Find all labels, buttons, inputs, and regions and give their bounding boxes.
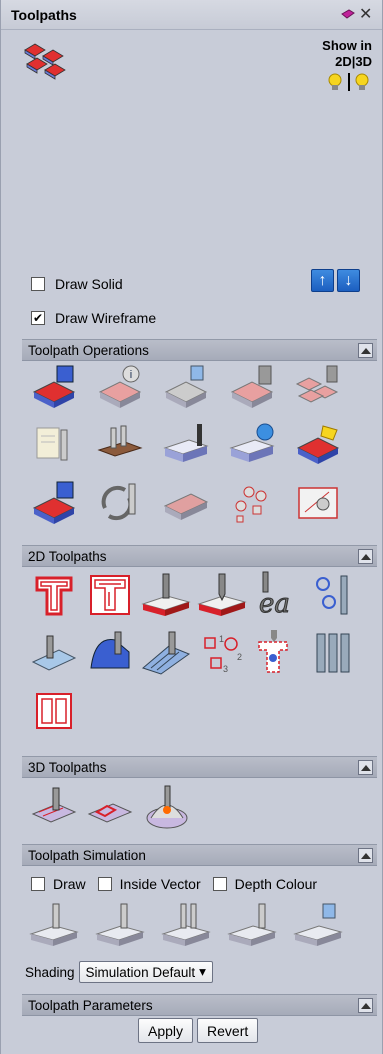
move-toolpath-icon[interactable] bbox=[293, 478, 343, 528]
delete-toolpath-icon[interactable] bbox=[161, 362, 211, 412]
lightbulb-icon[interactable] bbox=[326, 72, 372, 92]
section-title: Toolpath Parameters bbox=[28, 998, 153, 1013]
svg-text:1: 1 bbox=[219, 634, 224, 644]
toolpath-templates-icon[interactable] bbox=[95, 420, 145, 470]
move-up-arrow-icon[interactable]: ↑ bbox=[311, 269, 334, 292]
draw-solid-label: Draw Solid bbox=[55, 276, 123, 292]
collapse-icon[interactable] bbox=[358, 998, 373, 1013]
fluting-toolpath-icon[interactable] bbox=[29, 628, 79, 678]
section-title: Toolpath Simulation bbox=[28, 848, 146, 863]
pin-icon[interactable] bbox=[341, 9, 355, 19]
draw-checkbox[interactable] bbox=[31, 877, 45, 891]
inside-vector-checkbox[interactable] bbox=[97, 877, 112, 891]
reset-preview-icon[interactable] bbox=[227, 420, 277, 470]
vcarve-toolpath-icon[interactable] bbox=[197, 570, 247, 620]
merge-toolpaths-icon[interactable] bbox=[293, 362, 343, 412]
svg-text:3: 3 bbox=[223, 664, 228, 674]
drilling-toolpath-icon[interactable] bbox=[141, 570, 191, 620]
moulding-toolpath-icon[interactable] bbox=[141, 628, 191, 678]
toolpaths-2d-icon-grid: ea 1 23 bbox=[29, 570, 365, 736]
depth-colour-label: Depth Colour bbox=[234, 876, 318, 892]
reset-simulation-icon[interactable] bbox=[227, 900, 277, 950]
show-in-label: Show in 2D|3D bbox=[322, 38, 372, 70]
shading-select[interactable]: Simulation Default ▾ bbox=[78, 961, 213, 983]
apply-button[interactable]: Apply bbox=[138, 1018, 194, 1043]
draw-solid-checkbox[interactable] bbox=[31, 277, 45, 291]
simulate-selected-icon[interactable] bbox=[161, 900, 211, 950]
roughing-toolpath-icon[interactable] bbox=[29, 782, 79, 832]
parameters-buttons: Apply Revert bbox=[138, 1018, 259, 1043]
chevron-down-icon: ▾ bbox=[199, 964, 206, 979]
panel-title: Toolpaths bbox=[11, 7, 77, 23]
toolpath-info-icon[interactable]: i bbox=[95, 362, 145, 412]
collapse-icon[interactable] bbox=[358, 760, 373, 775]
toolpath-summary-icon[interactable] bbox=[227, 362, 277, 412]
collapse-icon[interactable] bbox=[358, 549, 373, 564]
shading-label: Shading bbox=[25, 964, 75, 980]
toolpaths-logo-icon bbox=[24, 43, 66, 80]
draw-solid-row[interactable]: Draw Solid bbox=[31, 276, 123, 292]
section-title: 2D Toolpaths bbox=[28, 549, 107, 564]
profile-toolpath-icon[interactable] bbox=[29, 570, 79, 620]
draw-wireframe-label: Draw Wireframe bbox=[55, 310, 157, 326]
svg-text:ea: ea bbox=[259, 589, 290, 619]
finishing-toolpath-icon[interactable] bbox=[85, 782, 135, 832]
draw-wireframe-row[interactable]: ✔ Draw Wireframe bbox=[31, 310, 156, 326]
profile-3d-icon[interactable] bbox=[141, 782, 191, 832]
pocket-toolpath-icon[interactable] bbox=[85, 570, 135, 620]
simulation-options-row: Draw Inside Vector Depth Colour bbox=[31, 876, 317, 892]
inlay-toolpath-icon[interactable] bbox=[253, 628, 303, 678]
collapse-icon[interactable] bbox=[358, 343, 373, 358]
toolpaths-panel: Toolpaths ✕ Show in 2D|3D Draw Solid ✔ D… bbox=[0, 0, 383, 1054]
draw-label: Draw bbox=[53, 876, 86, 892]
section-title: 3D Toolpaths bbox=[28, 760, 107, 775]
material-setup-icon[interactable] bbox=[161, 420, 211, 470]
collapse-icon[interactable] bbox=[358, 848, 373, 863]
save-all-icon[interactable] bbox=[29, 478, 79, 528]
svg-text:2: 2 bbox=[237, 652, 242, 662]
view-toggle-2d-3d[interactable]: 2D|3D bbox=[322, 54, 372, 70]
prism-carve-icon[interactable] bbox=[85, 628, 135, 678]
texture-toolpath-icon[interactable] bbox=[309, 570, 359, 620]
inside-vector-label: Inside Vector bbox=[119, 876, 201, 892]
operations-icon-grid: i bbox=[29, 362, 359, 528]
visible-toolpaths-icon[interactable] bbox=[161, 478, 211, 528]
save-toolpath-icon[interactable] bbox=[29, 362, 79, 412]
save-template-icon[interactable] bbox=[293, 420, 343, 470]
panel-titlebar: Toolpaths ✕ bbox=[1, 0, 382, 30]
depth-colour-checkbox[interactable] bbox=[212, 877, 227, 891]
drill-order-icon[interactable]: 1 23 bbox=[197, 628, 247, 678]
move-down-arrow-icon[interactable]: ↓ bbox=[337, 269, 360, 292]
section-toolpath-simulation[interactable]: Toolpath Simulation bbox=[22, 844, 377, 866]
section-2d-toolpaths[interactable]: 2D Toolpaths bbox=[22, 545, 377, 567]
simulation-settings-icon[interactable] bbox=[293, 900, 343, 950]
simulate-all-icon[interactable] bbox=[29, 900, 79, 950]
section-3d-toolpaths[interactable]: 3D Toolpaths bbox=[22, 756, 377, 778]
close-icon[interactable]: ✕ bbox=[359, 4, 372, 24]
shading-select-value: Simulation Default bbox=[85, 964, 196, 980]
quick-engrave-icon[interactable]: ea bbox=[253, 570, 303, 620]
revert-button[interactable]: Revert bbox=[197, 1018, 259, 1043]
simulate-toolpath-icon[interactable] bbox=[95, 900, 145, 950]
section-toolpath-parameters[interactable]: Toolpath Parameters bbox=[22, 994, 377, 1016]
chamfer-toolpath-icon[interactable] bbox=[29, 686, 79, 736]
tool-database-icon[interactable] bbox=[29, 420, 79, 470]
batch-visibility-icon[interactable] bbox=[227, 478, 277, 528]
multi-tool-icon[interactable] bbox=[309, 628, 359, 678]
svg-text:i: i bbox=[130, 369, 132, 381]
draw-wireframe-checkbox[interactable]: ✔ bbox=[31, 311, 45, 325]
simulation-icon-grid bbox=[29, 900, 359, 950]
section-toolpath-operations[interactable]: Toolpath Operations bbox=[22, 339, 377, 361]
show-in-text: Show in bbox=[322, 38, 372, 53]
shading-row: Shading Simulation Default ▾ bbox=[25, 961, 213, 983]
section-title: Toolpath Operations bbox=[28, 343, 149, 358]
recalculate-icon[interactable] bbox=[95, 478, 145, 528]
toolpaths-3d-icon-grid bbox=[29, 782, 365, 832]
